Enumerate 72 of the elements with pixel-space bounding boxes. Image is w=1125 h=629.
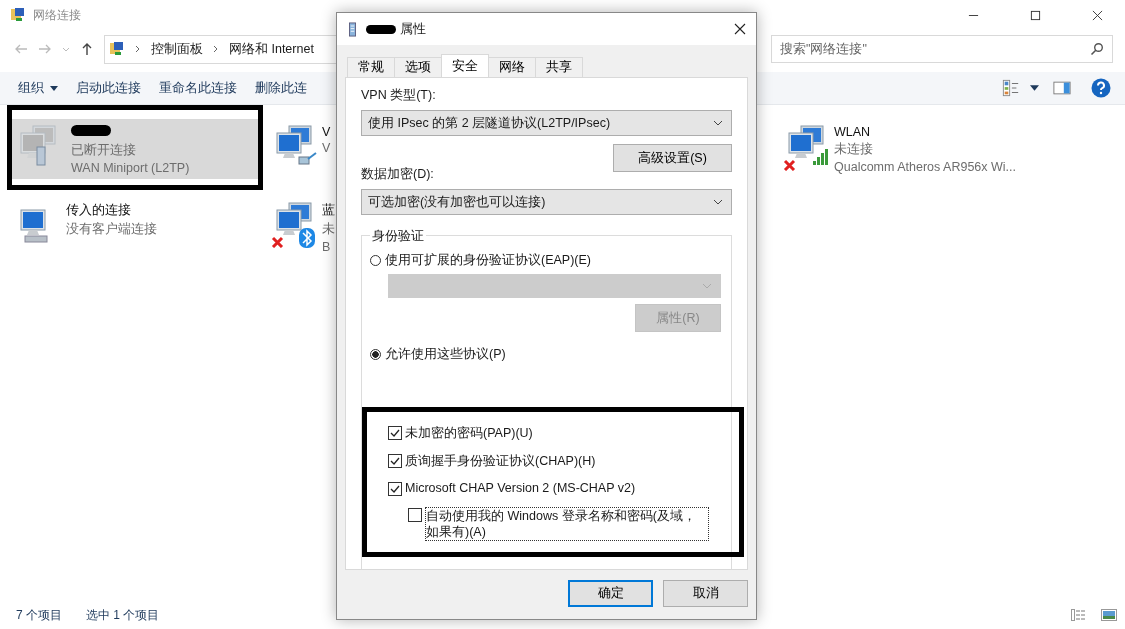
redaction-mark <box>71 125 111 136</box>
window-title: 网络连接 <box>33 6 81 24</box>
connection-device: WAN Miniport (L2TP) <box>71 161 190 175</box>
search-field[interactable]: 搜索"网络连接" <box>771 35 1113 63</box>
preview-pane-icon[interactable] <box>1053 79 1071 97</box>
close-icon[interactable] <box>734 23 746 35</box>
view-options-icon[interactable] <box>1002 79 1020 97</box>
tab[interactable]: 常规 <box>347 57 395 77</box>
encryption-dropdown[interactable]: 可选加密(没有加密也可以连接) <box>361 189 732 215</box>
caret-icon <box>50 85 58 91</box>
checkbox[interactable] <box>388 482 402 496</box>
checkbox-label: 质询握手身份验证协议(CHAP)(H) <box>405 453 596 470</box>
status-text: 7 个项目 <box>16 606 62 624</box>
ok-button[interactable]: 确定 <box>568 580 653 607</box>
vpn-type-dropdown[interactable]: 使用 IPsec 的第 2 层隧道协议(L2TP/IPsec) <box>361 110 732 136</box>
connection-status: 未连接 <box>834 141 874 158</box>
connection-item[interactable]: WLAN 未连接 Qualcomm Atheros AR956x Wi... <box>780 119 1018 179</box>
phone-book-icon <box>349 21 356 37</box>
connection-item[interactable]: 传入的连接 没有客户端连接 <box>12 196 159 256</box>
search-icon <box>1090 42 1104 56</box>
cancel-button[interactable]: 取消 <box>663 580 748 607</box>
connection-device: B <box>322 240 332 254</box>
connection-name: 传入的连接 <box>66 202 132 219</box>
details-view-icon[interactable] <box>1071 609 1087 621</box>
close-icon[interactable] <box>1092 9 1103 21</box>
connection-item[interactable]: 已断开连接 WAN Miniport (L2TP) <box>12 119 258 179</box>
breadcrumb-item[interactable]: 网络和 Internet <box>229 40 314 58</box>
breadcrumb-chevron-icon[interactable] <box>135 45 141 53</box>
large-icons-view-icon[interactable] <box>1101 609 1117 621</box>
caret-icon[interactable] <box>1030 85 1039 91</box>
connection-name: WLAN <box>834 125 872 139</box>
connection-name: V <box>322 125 331 139</box>
help-icon[interactable] <box>1091 78 1111 98</box>
chevron-icon <box>713 199 723 205</box>
maximize-icon[interactable] <box>1030 9 1041 21</box>
connection-name: 蓝 <box>322 202 335 219</box>
tab[interactable]: 安全 <box>441 54 489 77</box>
connection-device: Qualcomm Atheros AR956x Wi... <box>834 160 1016 174</box>
group-title: 身份验证 <box>370 228 426 245</box>
radio-label: 使用可扩展的身份验证协议(EAP)(E) <box>385 252 591 269</box>
radio-label: 允许使用这些协议(P) <box>385 346 506 363</box>
breadcrumb-chevron-icon[interactable] <box>213 45 219 53</box>
checkbox-label: 未加密的密码(PAP)(U) <box>405 425 533 442</box>
connection-status: V <box>322 141 331 155</box>
connection-status: 未 <box>322 221 335 238</box>
connection-status: 没有客户端连接 <box>66 221 157 238</box>
radio-button[interactable] <box>370 349 381 360</box>
toolbar-button[interactable]: 启动此连接 <box>70 79 147 97</box>
field-label: 数据加密(D): <box>361 166 435 183</box>
up-arrow-icon[interactable] <box>80 42 94 56</box>
toolbar-button[interactable]: 组织 <box>12 79 64 97</box>
checkbox[interactable] <box>388 454 402 468</box>
connection-status: 已断开连接 <box>71 142 137 159</box>
chevron-icon <box>702 283 712 289</box>
toolbar-button[interactable]: 删除此连 <box>249 79 313 97</box>
tab[interactable]: 共享 <box>535 57 583 77</box>
checkbox[interactable] <box>408 508 422 522</box>
dialog-title: 属性 <box>400 20 426 38</box>
connection-item[interactable]: V V <box>268 119 333 179</box>
field-label: VPN 类型(T): <box>361 87 437 104</box>
network-folder-icon <box>109 41 125 57</box>
checkbox-label: Microsoft CHAP Version 2 (MS-CHAP v2) <box>405 481 636 495</box>
toolbar-button[interactable]: 重命名此连接 <box>153 79 243 97</box>
connection-item[interactable]: 蓝 未 B <box>268 196 337 256</box>
status-text: 选中 1 个项目 <box>86 606 160 624</box>
checkbox-label: 自动使用我的 Windows 登录名称和密码(及域，如果有)(A) <box>425 507 709 541</box>
breadcrumb-item[interactable]: 控制面板 <box>151 40 203 58</box>
advanced-settings-button[interactable]: 高级设置(S) <box>613 144 732 172</box>
chevron-icon <box>713 120 723 126</box>
redaction-mark <box>366 24 396 34</box>
network-folder-icon <box>10 7 26 23</box>
checkbox[interactable] <box>388 426 402 440</box>
